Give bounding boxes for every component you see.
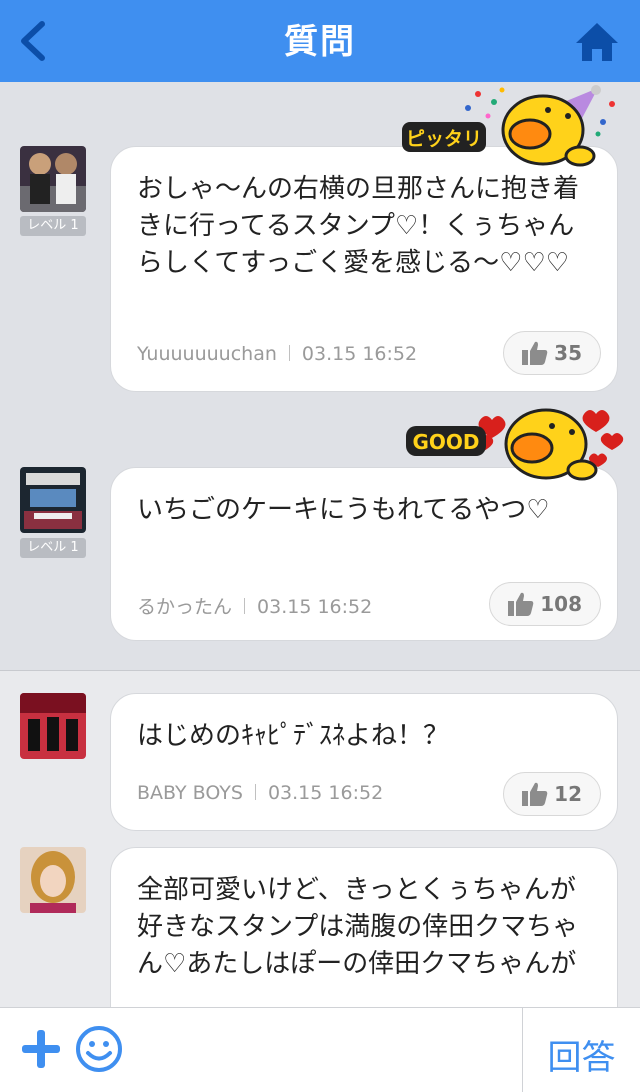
user-name[interactable]: BABY BOYS — [137, 782, 243, 804]
nav-bar: 質問 — [0, 0, 640, 82]
answer-bubble: おしゃ〜んの右横の旦那さんに抱き着きに行ってるスタンプ♡！くぅちゃんらしくてすっ… — [110, 146, 618, 392]
timestamp: 03.15 16:52 — [267, 782, 384, 804]
avatar[interactable] — [20, 847, 86, 913]
plus-icon[interactable] — [18, 1026, 64, 1072]
user-name[interactable]: Yuuuuuuuchan — [137, 343, 277, 365]
answer-text: はじめのｷｬﾋﾟﾃﾞｽﾈよね！？ — [137, 721, 450, 751]
answer-list[interactable]: レベル 1 おしゃ〜んの右横の旦那さんに抱き着きに行ってるスタンプ♡！くぅちゃん… — [0, 82, 640, 1007]
level-badge: レベル 1 — [20, 216, 86, 236]
answer-bubble: はじめのｷｬﾋﾟﾃﾞｽﾈよね！？ BABY BOYS 03.15 16:52 12 — [110, 693, 618, 831]
sticker-label: ピッタリ — [406, 128, 482, 150]
answer-meta: Yuuuuuuuchan 03.15 16:52 — [137, 343, 417, 365]
answer-meta: るかったん 03.15 16:52 — [137, 592, 372, 619]
avatar[interactable] — [20, 146, 86, 212]
sticker-label: GOOD — [412, 430, 479, 454]
answer-text: 全部可愛いけど、きっとくぅちゃんが好きなスタンプは満腹の倖田クマちゃん♡あたしは… — [137, 875, 579, 979]
like-count: 35 — [554, 341, 582, 365]
like-button[interactable]: 108 — [489, 582, 601, 626]
answer-text: おしゃ〜んの右横の旦那さんに抱き着きに行ってるスタンプ♡！くぅちゃんらしくてすっ… — [137, 174, 580, 278]
avatar[interactable] — [20, 693, 86, 759]
answer-text: いちごのケーキにうもれてるやつ♡ — [137, 495, 550, 525]
like-count: 108 — [540, 592, 582, 616]
sticker-good: GOOD — [400, 400, 630, 486]
home-icon[interactable] — [574, 20, 620, 64]
page-title: 質問 — [284, 22, 356, 62]
section-divider — [0, 670, 640, 671]
answer-toolbar: 回答 — [0, 1007, 640, 1092]
answer-button[interactable]: 回答 — [523, 1030, 640, 1079]
like-button[interactable]: 35 — [503, 331, 601, 375]
timestamp: 03.15 16:52 — [257, 596, 373, 618]
thumbs-up-icon — [522, 782, 548, 806]
answer-bubble: 全部可愛いけど、きっとくぅちゃんが好きなスタンプは満腹の倖田クマちゃん♡あたしは… — [110, 847, 618, 1007]
answer-bubble: いちごのケーキにうもれてるやつ♡ るかったん 03.15 16:52 108 — [110, 467, 618, 641]
timestamp: 03.15 16:52 — [301, 343, 418, 365]
like-button[interactable]: 12 — [503, 772, 601, 816]
emoji-icon[interactable] — [74, 1024, 124, 1074]
thumbs-up-icon — [522, 341, 548, 365]
avatar[interactable] — [20, 467, 86, 533]
user-name[interactable]: るかったん — [137, 596, 232, 618]
sticker-pittari: ピッタリ — [398, 82, 628, 172]
like-count: 12 — [554, 782, 582, 806]
answer-meta: BABY BOYS 03.15 16:52 — [137, 782, 383, 804]
level-badge: レベル 1 — [20, 538, 86, 558]
thumbs-up-icon — [508, 592, 534, 616]
